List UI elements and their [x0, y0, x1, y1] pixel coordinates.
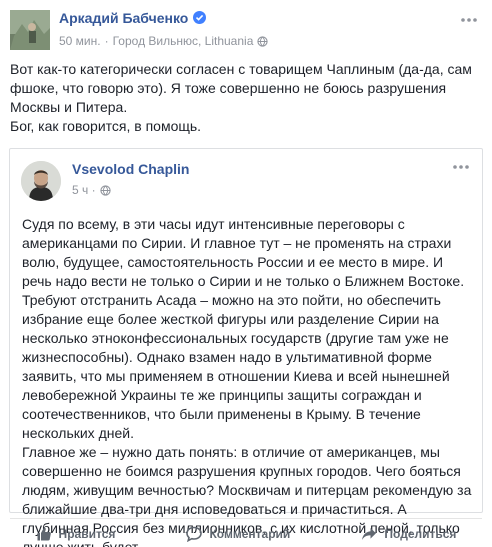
action-divider: [10, 518, 482, 519]
post-timestamp[interactable]: 50 мин.: [59, 34, 101, 48]
like-label: Нравится: [58, 526, 116, 541]
post-actions: Нравится Комментарий Поделиться: [0, 520, 492, 547]
like-button[interactable]: Нравится: [36, 526, 116, 542]
comment-label: Комментарий: [209, 526, 291, 541]
shared-author-avatar[interactable]: [21, 161, 61, 201]
verified-badge-icon: [193, 11, 207, 24]
shared-post-card[interactable]: Vsevolod Chaplin 5 ч · Судя по всему, в …: [9, 148, 483, 547]
comment-icon: [186, 526, 203, 542]
share-button[interactable]: Поделиться: [361, 526, 456, 542]
more-options-icon[interactable]: [452, 159, 470, 169]
post-paragraph: Вот как-то категорически согласен с това…: [10, 61, 472, 115]
shared-post-body: Судя по всему, в эти часы идут интенсивн…: [22, 215, 472, 547]
author-avatar[interactable]: [10, 10, 50, 50]
post-meta: 50 мин. · Город Вильнюс, Lithuania: [59, 34, 269, 48]
author-name-link[interactable]: Аркадий Бабченко: [59, 10, 188, 26]
shared-post-meta: 5 ч ·: [72, 183, 111, 197]
meta-separator: ·: [91, 183, 96, 197]
feed-post: Аркадий Бабченко 50 мин. · Город Вильнюс, …: [0, 0, 492, 547]
post-paragraph: Бог, как говорится, в помощь.: [10, 118, 202, 134]
author-name[interactable]: Аркадий Бабченко: [59, 10, 207, 26]
shared-author-name[interactable]: Vsevolod Chaplin: [72, 161, 189, 177]
comment-button[interactable]: Комментарий: [186, 526, 290, 542]
more-options-icon[interactable]: [460, 12, 478, 22]
post-body: Вот как-то категорически согласен с това…: [10, 60, 482, 136]
share-icon: [361, 526, 377, 542]
shared-post-paragraph: Судя по всему, в эти часы идут интенсивн…: [22, 216, 465, 441]
share-label: Поделиться: [384, 526, 457, 541]
thumbs-up-icon: [36, 526, 52, 542]
meta-separator: ·: [104, 34, 109, 48]
globe-icon[interactable]: [96, 183, 111, 197]
post-location[interactable]: Город Вильнюс, Lithuania: [113, 34, 254, 48]
shared-post-timestamp[interactable]: 5 ч: [72, 183, 88, 197]
globe-icon[interactable]: [253, 34, 269, 48]
